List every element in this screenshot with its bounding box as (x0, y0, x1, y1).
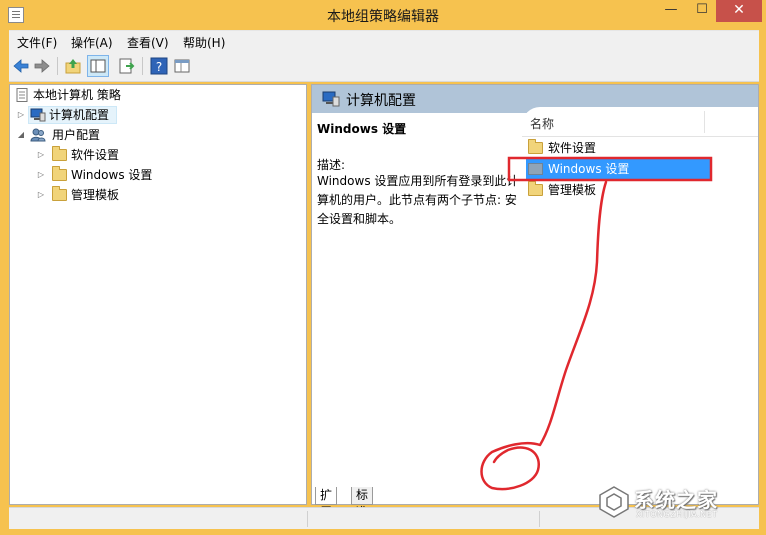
details-pane: 计算机配置 Windows 设置 描述: Windows 设置应用到所有登录到此… (311, 84, 759, 519)
window-title: 本地组策略编辑器 (327, 9, 439, 25)
status-divider (539, 511, 540, 527)
tree-item-windows-settings[interactable]: ▷ Windows 设置 (34, 166, 234, 184)
menu-view[interactable]: 查看(V) (127, 34, 169, 51)
watermark-text: 系统之家 (634, 488, 718, 512)
tree-label: 计算机配置 (49, 108, 110, 122)
tree-label: 用户配置 (52, 128, 101, 142)
expand-arrow-icon[interactable]: ▷ (36, 146, 46, 164)
list-header: 名称 (522, 107, 758, 137)
tree-label: 管理模板 (71, 188, 120, 202)
column-header-name[interactable]: 名称 (530, 115, 554, 132)
svg-text:?: ? (156, 60, 162, 74)
list-item-admin-templates[interactable]: 管理模板 (526, 180, 686, 200)
tree-item-software-settings[interactable]: ▷ 软件设置 (34, 146, 234, 164)
show-hide-tree-icon[interactable] (87, 55, 109, 77)
tree-item-root[interactable]: 本地计算机 策略 (12, 86, 212, 104)
folder-icon (52, 166, 67, 181)
menu-bar: 文件(F) 操作(A) 查看(V) 帮助(H) (9, 30, 759, 52)
menu-action[interactable]: 操作(A) (71, 34, 113, 51)
tree-item-user-config[interactable]: ◢ 用户配置 (14, 126, 214, 144)
help-icon[interactable]: ? (150, 57, 168, 75)
status-divider (307, 511, 308, 527)
tab-standard[interactable]: 标准 (351, 487, 374, 519)
expand-arrow-icon[interactable]: ▷ (36, 166, 46, 184)
title-bar: 本地组策略编辑器 — ☐ ✕ (0, 0, 766, 30)
maximize-button[interactable]: ☐ (687, 0, 717, 22)
expand-arrow-icon[interactable]: ▷ (36, 186, 46, 204)
tree-item-admin-templates[interactable]: ▷ 管理模板 (34, 186, 234, 204)
folder-icon (52, 146, 67, 161)
menu-help[interactable]: 帮助(H) (183, 34, 225, 51)
users-icon (30, 128, 46, 142)
policy-document-icon (16, 88, 28, 102)
folder-icon (52, 186, 67, 201)
list-item-label: 管理模板 (548, 183, 597, 197)
toolbar: ? (9, 52, 759, 82)
export-list-icon[interactable] (118, 57, 136, 75)
tree-label: 本地计算机 策略 (33, 88, 121, 102)
folder-icon (528, 181, 543, 196)
list-item-label: Windows 设置 (548, 162, 630, 176)
forward-icon[interactable] (33, 57, 51, 75)
watermark-icon (599, 486, 629, 518)
back-icon[interactable] (12, 57, 30, 75)
expand-arrow-icon[interactable]: ▷ (16, 106, 26, 124)
list-item-software-settings[interactable]: 软件设置 (526, 138, 686, 158)
details-header-title: 计算机配置 (346, 93, 416, 109)
description-text: Windows 设置应用到所有登录到此计算机的用户。此节点有两个子节点: 安全设… (317, 174, 519, 226)
folder-icon (528, 163, 543, 175)
description-title: Windows 设置 (317, 122, 407, 136)
list-item-windows-settings[interactable]: Windows 设置 (526, 159, 712, 179)
computer-icon (30, 108, 46, 122)
item-list: 名称 软件设置 Windows 设置 管理模板 (522, 107, 758, 487)
collapse-arrow-icon[interactable]: ◢ (16, 126, 26, 144)
tab-extended[interactable]: 扩展 (315, 487, 338, 519)
computer-icon (322, 91, 340, 107)
watermark-logo: 系统之家 XITONGZHIJIA.NET (596, 482, 762, 526)
watermark-subtext: XITONGZHIJIA.NET (636, 510, 718, 519)
column-divider[interactable] (704, 111, 705, 133)
tree-label: 软件设置 (71, 148, 120, 162)
list-item-label: 软件设置 (548, 141, 597, 155)
tree-pane: 本地计算机 策略 ▷ 计算机配置 ◢ 用户配置 ▷ 软件设置 ▷ Windows… (9, 84, 307, 505)
description-label: 描述: (317, 158, 346, 172)
tree-label: Windows 设置 (71, 168, 153, 182)
toolbar-separator (57, 57, 58, 75)
up-folder-icon[interactable] (64, 57, 82, 75)
properties-icon[interactable] (173, 57, 191, 75)
tree-item-computer-config[interactable]: ▷ 计算机配置 (14, 106, 214, 124)
minimize-button[interactable]: — (656, 0, 686, 22)
folder-icon (528, 139, 543, 154)
menu-file[interactable]: 文件(F) (17, 34, 57, 51)
toolbar-separator (142, 57, 143, 75)
close-button[interactable]: ✕ (716, 0, 762, 22)
